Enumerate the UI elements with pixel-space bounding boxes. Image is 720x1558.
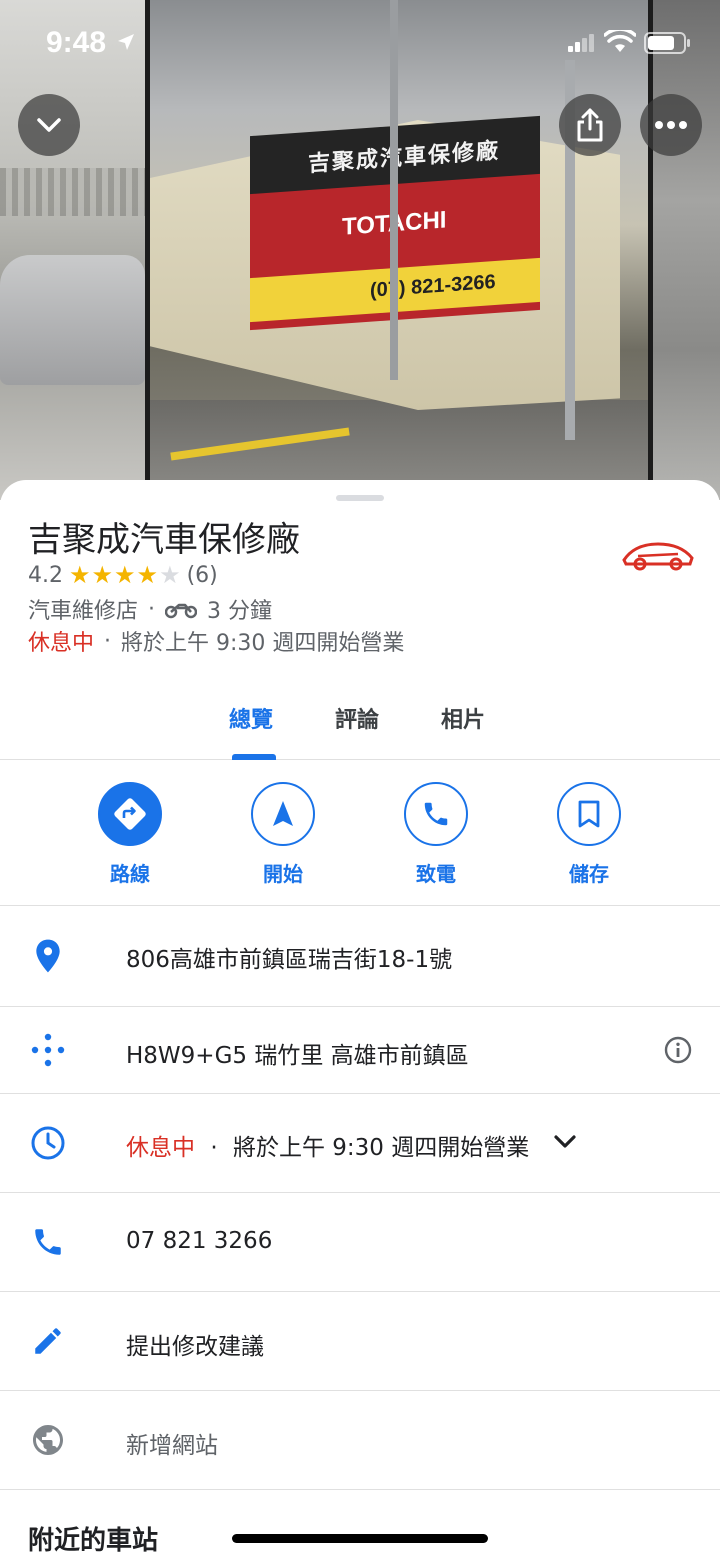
chevron-down-icon bbox=[37, 118, 61, 132]
rating-stars: ★ ★ ★ ★ ★ bbox=[69, 563, 181, 587]
location-pin-icon bbox=[28, 936, 68, 976]
start-button[interactable]: 開始 bbox=[233, 782, 333, 887]
hours-summary-row: 休息中 · 將於上午 9:30 週四開始營業 bbox=[28, 626, 405, 657]
star-icon: ★ bbox=[136, 561, 159, 589]
nearby-stations-title: 附近的車站 bbox=[28, 1526, 159, 1556]
star-icon: ★ bbox=[69, 561, 91, 589]
battery-icon bbox=[644, 32, 690, 54]
plus-code-row[interactable]: H8W9+G5 瑞竹里 高雄市前鎮區 bbox=[0, 1007, 720, 1094]
status-bar: 9:48 bbox=[0, 0, 720, 86]
location-arrow-icon bbox=[118, 34, 134, 50]
save-circle bbox=[557, 782, 621, 846]
directions-circle bbox=[98, 782, 162, 846]
share-icon bbox=[577, 108, 603, 142]
directions-icon bbox=[114, 798, 146, 830]
place-logo bbox=[618, 530, 698, 574]
call-button[interactable]: 致電 bbox=[386, 782, 486, 887]
directions-label: 路線 bbox=[110, 862, 150, 886]
hours-status: 休息中 bbox=[126, 1135, 195, 1161]
navigation-arrow-icon bbox=[273, 801, 293, 826]
clock-icon bbox=[28, 1123, 68, 1163]
photo-sign-phone: (07) 821-3266 bbox=[370, 270, 496, 302]
save-button[interactable]: 儲存 bbox=[539, 782, 639, 887]
hours-row[interactable]: 休息中 · 將於上午 9:30 週四開始營業 bbox=[0, 1094, 720, 1193]
suggest-edit-text: 提出修改建議 bbox=[126, 1334, 264, 1360]
globe-icon bbox=[28, 1420, 68, 1460]
rating-value: 4.2 bbox=[28, 562, 63, 588]
status-time: 9:48 bbox=[46, 26, 107, 59]
wifi-icon bbox=[604, 30, 636, 52]
open-status: 休息中 bbox=[28, 631, 95, 656]
star-icon: ★ bbox=[114, 561, 136, 589]
collapse-button[interactable] bbox=[18, 94, 80, 156]
sheet-grabber[interactable] bbox=[336, 495, 384, 501]
plus-code-icon bbox=[28, 1030, 68, 1070]
tab-overview[interactable]: 總覽 bbox=[229, 702, 273, 734]
bookmark-icon bbox=[578, 800, 600, 828]
info-button[interactable] bbox=[662, 1034, 694, 1066]
action-buttons: 路線 開始 致電 儲存 bbox=[0, 760, 720, 906]
address-row[interactable]: 806高雄市前鎮區瑞吉街18-1號 bbox=[0, 906, 720, 1007]
info-icon bbox=[664, 1036, 692, 1064]
photo-carousel[interactable]: TOTACHI 吉聚成汽車保修廠 (07) 821-3266 9:48 bbox=[0, 0, 720, 500]
add-website-text: 新增網站 bbox=[126, 1433, 218, 1459]
photo-car bbox=[0, 255, 145, 385]
category-row: 汽車維修店 · 3 分鐘 bbox=[28, 594, 273, 625]
more-horizontal-icon bbox=[655, 121, 687, 129]
start-label: 開始 bbox=[263, 862, 303, 886]
phone-icon bbox=[28, 1222, 68, 1262]
phone-row[interactable]: 07 821 3266 bbox=[0, 1193, 720, 1292]
tab-photos[interactable]: 相片 bbox=[441, 702, 485, 734]
chevron-down-icon[interactable] bbox=[552, 1132, 578, 1152]
next-open-time: 將於上午 9:30 週四開始營業 bbox=[121, 631, 405, 656]
home-indicator[interactable] bbox=[232, 1534, 488, 1543]
place-category: 汽車維修店 bbox=[28, 599, 139, 624]
rating-row[interactable]: 4.2 ★ ★ ★ ★ ★ (6) bbox=[28, 561, 218, 589]
phone-text: 07 821 3266 bbox=[126, 1228, 273, 1254]
suggest-edit-row[interactable]: 提出修改建議 bbox=[0, 1292, 720, 1391]
hours-text: 休息中 · 將於上午 9:30 週四開始營業 bbox=[126, 1128, 529, 1162]
travel-time: 3 分鐘 bbox=[207, 599, 273, 624]
star-icon: ★ bbox=[159, 561, 181, 589]
review-count: (6) bbox=[186, 562, 218, 588]
call-label: 致電 bbox=[416, 862, 456, 886]
more-options-button[interactable] bbox=[640, 94, 702, 156]
share-button[interactable] bbox=[559, 94, 621, 156]
separator-dot: · bbox=[210, 1135, 218, 1161]
motorcycle-icon bbox=[165, 603, 198, 619]
address-text: 806高雄市前鎮區瑞吉街18-1號 bbox=[126, 947, 453, 973]
place-title: 吉聚成汽車保修廠 bbox=[28, 520, 300, 560]
tab-reviews[interactable]: 評論 bbox=[335, 702, 379, 734]
car-logo-icon bbox=[622, 542, 694, 571]
photo-sign-shop-name: 吉聚成汽車保修廠 bbox=[308, 138, 501, 178]
call-circle bbox=[404, 782, 468, 846]
separator-dot: · bbox=[104, 628, 112, 654]
start-circle bbox=[251, 782, 315, 846]
directions-button[interactable]: 路線 bbox=[80, 782, 180, 887]
save-label: 儲存 bbox=[569, 862, 609, 886]
cellular-signal-icon bbox=[568, 34, 594, 52]
plus-code-text: H8W9+G5 瑞竹里 高雄市前鎮區 bbox=[126, 1043, 469, 1069]
add-website-row[interactable]: 新增網站 bbox=[0, 1391, 720, 1490]
hours-next-open: 將於上午 9:30 週四開始營業 bbox=[232, 1135, 530, 1161]
place-sheet: 吉聚成汽車保修廠 4.2 ★ ★ ★ ★ ★ (6) 汽車維修店 · 3 分鐘 休息中 … bbox=[0, 480, 720, 1558]
star-icon: ★ bbox=[91, 561, 114, 589]
separator-dot: · bbox=[148, 596, 156, 622]
pencil-icon bbox=[28, 1321, 68, 1361]
tab-bar: 總覽 評論 相片 bbox=[0, 670, 720, 760]
photo-fence bbox=[0, 168, 145, 216]
phone-icon bbox=[424, 802, 448, 826]
